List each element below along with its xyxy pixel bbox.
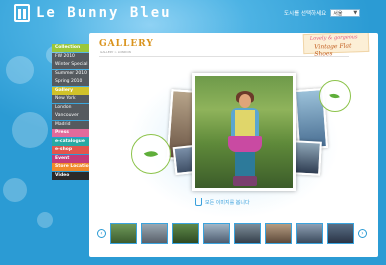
nav-collection-spring2010[interactable]: Spring 2010 bbox=[52, 78, 89, 86]
gallery-panel: GALLERY GALLERY > LONDON Lovely & gorgeo… bbox=[89, 33, 378, 257]
breadcrumb: GALLERY > LONDON bbox=[100, 50, 131, 54]
promo-banner-line2: Vintage Flat Shoes bbox=[314, 42, 352, 58]
nav-store-location[interactable]: Store Location bbox=[52, 163, 89, 171]
main-nav: Collection FW 2010 Winter Special Summer… bbox=[52, 44, 89, 180]
city-select-value: 서울 bbox=[333, 10, 343, 17]
nav-e-shop[interactable]: e-shop bbox=[52, 146, 89, 154]
leaf-icon bbox=[143, 147, 159, 161]
nav-gallery-madrid[interactable]: Madrid bbox=[52, 120, 89, 129]
nav-e-catalogue[interactable]: e-catalogue bbox=[52, 137, 89, 146]
brand-name: Le Bunny Bleu bbox=[36, 5, 172, 21]
gallery-photo-main[interactable] bbox=[192, 73, 296, 191]
thumbnail-1[interactable] bbox=[110, 222, 137, 244]
leaf-decoration-left bbox=[131, 134, 171, 174]
brand-mark-icon bbox=[195, 198, 202, 206]
brand-logo[interactable]: Le Bunny Bleu bbox=[14, 4, 172, 22]
nav-gallery-london[interactable]: London bbox=[52, 103, 89, 112]
nav-gallery[interactable]: Gallery bbox=[52, 86, 89, 95]
view-all-label: 모든 이미지를 봅니다 bbox=[205, 199, 250, 206]
thumbnail-8[interactable] bbox=[327, 222, 354, 244]
nav-collection[interactable]: Collection bbox=[52, 44, 89, 52]
thumbnail-strip: ‹ › bbox=[97, 221, 369, 245]
photo-figure-boots bbox=[233, 176, 257, 186]
leaf-icon bbox=[329, 91, 340, 101]
nav-collection-summer2010[interactable]: Summer 2010 bbox=[52, 69, 89, 78]
next-arrow-icon[interactable]: › bbox=[358, 228, 367, 238]
logo-icon bbox=[14, 4, 30, 22]
photo-figure-legs bbox=[235, 152, 255, 178]
thumbnail-5[interactable] bbox=[234, 222, 261, 244]
gallery-photo-right-2[interactable] bbox=[292, 140, 322, 176]
nav-collection-fw2010[interactable]: FW 2010 bbox=[52, 52, 89, 61]
promo-banner[interactable]: Lovely & gorgeous Vintage Flat Shoes bbox=[302, 33, 370, 58]
thumbnail-4[interactable] bbox=[203, 222, 230, 244]
page-title: GALLERY bbox=[99, 39, 154, 49]
nav-video[interactable]: Video bbox=[52, 171, 89, 180]
nav-gallery-vancouver[interactable]: Vancouver bbox=[52, 112, 89, 120]
city-select[interactable]: 서울 ▼ bbox=[330, 9, 361, 17]
leaf-decoration-right bbox=[319, 80, 351, 112]
photo-figure-head bbox=[239, 94, 251, 108]
nav-press[interactable]: Press bbox=[52, 129, 89, 137]
store-selector: 도시를 선택하세요 서울 ▼ bbox=[284, 9, 361, 17]
promo-banner-line1: Lovely & gorgeous bbox=[309, 34, 358, 42]
nav-event[interactable]: Event bbox=[52, 154, 89, 163]
nav-gallery-newyork[interactable]: New York bbox=[52, 95, 89, 103]
nav-collection-winter-special[interactable]: Winter Special bbox=[52, 61, 89, 69]
chevron-down-icon: ▼ bbox=[353, 10, 358, 16]
view-all-link[interactable]: 모든 이미지를 봅니다 bbox=[195, 198, 250, 206]
thumbnail-2[interactable] bbox=[141, 222, 168, 244]
photo-figure-vest bbox=[235, 110, 255, 136]
thumbnail-7[interactable] bbox=[296, 222, 323, 244]
thumbnail-6[interactable] bbox=[265, 222, 292, 244]
store-selector-label: 도시를 선택하세요 bbox=[284, 11, 327, 17]
photo-figure-skirt bbox=[228, 136, 262, 152]
thumbnail-3[interactable] bbox=[172, 222, 199, 244]
title-divider bbox=[99, 56, 349, 57]
prev-arrow-icon[interactable]: ‹ bbox=[97, 228, 106, 238]
